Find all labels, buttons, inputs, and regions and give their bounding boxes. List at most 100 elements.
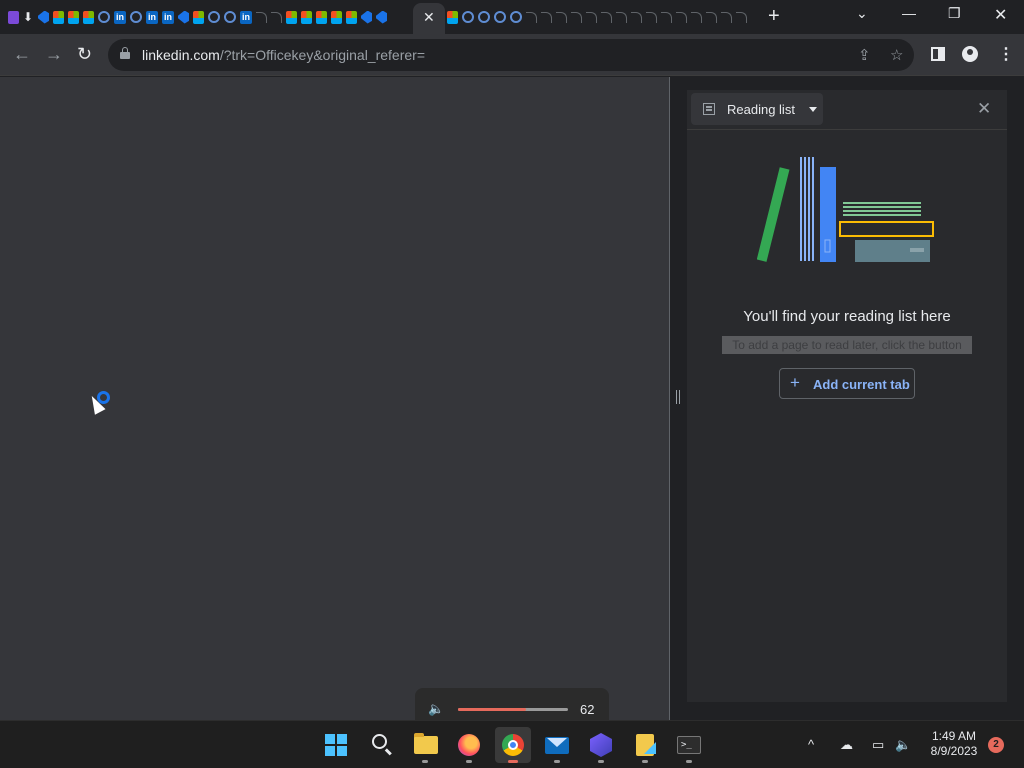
url-text[interactable]: linkedin.com/?trk=Officekey&original_ref…: [142, 47, 425, 63]
address-bar[interactable]: linkedin.com/?trk=Officekey&original_ref…: [108, 39, 914, 71]
window-close-button[interactable]: ✕: [994, 5, 1007, 25]
tab-loading-icon[interactable]: [601, 11, 612, 23]
tab-loading-icon[interactable]: [586, 11, 597, 23]
tab-microsoft-icon[interactable]: [53, 10, 64, 24]
add-current-tab-button[interactable]: + Add current tab: [779, 368, 915, 399]
tab-microsoft-icon[interactable]: [83, 10, 94, 24]
tab-linkedin-icon[interactable]: in: [162, 10, 174, 24]
forward-button[interactable]: →: [45, 44, 63, 65]
resize-handle[interactable]: [676, 390, 680, 404]
restore-button[interactable]: ❐: [948, 5, 961, 22]
tab-loading-icon[interactable]: [494, 11, 506, 23]
tab-loading-icon[interactable]: [616, 11, 627, 23]
tab-loading-icon[interactable]: [98, 11, 110, 23]
volume-level: 62: [580, 702, 595, 717]
tab-microsoft-icon[interactable]: [68, 10, 79, 24]
tab-vscode-icon[interactable]: [361, 10, 372, 24]
chrome-button[interactable]: [495, 727, 531, 763]
tray-overflow-icon[interactable]: ^: [808, 737, 814, 752]
app-hex-button[interactable]: [583, 727, 619, 763]
side-panel-close-button[interactable]: ✕: [977, 99, 991, 119]
tab-loading-icon[interactable]: [691, 11, 702, 23]
folder-icon: [414, 733, 438, 754]
profile-icon[interactable]: [962, 46, 978, 62]
tab-loading-icon[interactable]: [526, 11, 537, 23]
tab-loading-icon[interactable]: [510, 11, 522, 23]
minimize-button[interactable]: —: [902, 5, 916, 21]
tab-vscode-icon[interactable]: [178, 10, 189, 24]
lock-icon[interactable]: [120, 47, 130, 59]
share-icon[interactable]: ⇪: [858, 46, 871, 64]
tab-loading-icon[interactable]: [256, 11, 267, 23]
tab-app-icon[interactable]: [8, 10, 19, 24]
tab-loading-icon[interactable]: [571, 11, 582, 23]
reload-button[interactable]: ↻: [77, 44, 92, 65]
tab-microsoft-icon[interactable]: [346, 10, 357, 24]
menu-icon[interactable]: ⋮: [998, 44, 1014, 64]
tab-loading-icon[interactable]: [736, 11, 747, 23]
chrome-icon: [502, 734, 524, 756]
tab-loading-icon[interactable]: [208, 11, 220, 23]
tab-vscode-icon[interactable]: [38, 10, 49, 24]
clock-time: 1:49 AM: [931, 729, 977, 743]
firefox-button[interactable]: [451, 727, 487, 763]
tab-microsoft-icon[interactable]: [301, 10, 312, 24]
panel-divider: [669, 77, 670, 720]
tab-loading-icon[interactable]: [631, 11, 642, 23]
tab-vscode-icon[interactable]: [376, 10, 387, 24]
tab-loading-icon[interactable]: [556, 11, 567, 23]
volume-tray-icon[interactable]: 🔈: [895, 737, 911, 753]
bookmark-star-icon[interactable]: ☆: [890, 46, 903, 64]
tab-loading-icon[interactable]: [541, 11, 552, 23]
tab-loading-icon[interactable]: [661, 11, 672, 23]
terminal-button[interactable]: >_: [671, 727, 707, 763]
tab-linkedin-icon[interactable]: in: [114, 10, 126, 24]
search-icon: [372, 734, 387, 749]
tab-close-icon[interactable]: ✕: [423, 9, 435, 26]
side-panel-icon[interactable]: [931, 47, 945, 61]
tab-microsoft-icon[interactable]: [331, 10, 342, 24]
tab-loading-icon[interactable]: [478, 11, 490, 23]
tab-microsoft-icon[interactable]: [316, 10, 327, 24]
tab-loading-icon[interactable]: [462, 11, 474, 23]
plus-icon: +: [790, 373, 800, 392]
file-explorer-button[interactable]: [407, 727, 443, 763]
tab-loading-icon[interactable]: [224, 11, 236, 23]
tab-microsoft-icon[interactable]: [447, 10, 458, 24]
side-panel: Reading list ✕ You'll find your reading …: [687, 90, 1007, 702]
tab-favicons[interactable]: ⬇ in in in in: [8, 8, 391, 26]
notes-button[interactable]: [627, 727, 663, 763]
firefox-icon: [458, 734, 480, 756]
empty-state-title: You'll find your reading list here: [743, 308, 951, 325]
taskbar: >_ ^ ☁ ▭ 🔈 1:49 AM 8/9/2023 2: [0, 720, 1024, 768]
new-tab-button[interactable]: +: [768, 5, 780, 28]
notification-badge[interactable]: 2: [988, 737, 1004, 753]
tab-loading-icon[interactable]: [271, 11, 282, 23]
notes-icon: [636, 734, 654, 756]
tab-download-icon[interactable]: ⬇: [23, 10, 34, 24]
active-tab[interactable]: ✕: [413, 3, 445, 34]
tab-loading-icon[interactable]: [646, 11, 657, 23]
tab-microsoft-icon[interactable]: [286, 10, 297, 24]
start-button[interactable]: [318, 727, 354, 763]
clock[interactable]: 1:49 AM 8/9/2023: [924, 729, 984, 759]
onedrive-offline-icon[interactable]: ☁: [840, 737, 853, 753]
tab-favicons-right[interactable]: [447, 8, 751, 26]
network-icon[interactable]: ▭: [872, 737, 884, 753]
tab-linkedin-icon[interactable]: in: [240, 10, 252, 24]
speaker-icon[interactable]: 🔈: [428, 701, 444, 717]
empty-state-subtitle: To add a page to read later, click the b…: [722, 336, 972, 354]
side-panel-selector[interactable]: Reading list: [691, 93, 823, 125]
tab-microsoft-icon[interactable]: [193, 10, 204, 24]
tab-loading-icon[interactable]: [130, 11, 142, 23]
tab-loading-icon[interactable]: [721, 11, 732, 23]
tab-loading-icon[interactable]: [676, 11, 687, 23]
back-button[interactable]: ←: [13, 44, 31, 65]
tab-linkedin-icon[interactable]: in: [146, 10, 158, 24]
tab-loading-icon[interactable]: [706, 11, 717, 23]
windows-logo-icon: [325, 734, 347, 756]
mail-button[interactable]: [539, 727, 575, 763]
tab-search-button[interactable]: ⌄: [856, 5, 868, 22]
volume-slider[interactable]: [458, 708, 568, 711]
taskbar-search-button[interactable]: [363, 727, 399, 763]
